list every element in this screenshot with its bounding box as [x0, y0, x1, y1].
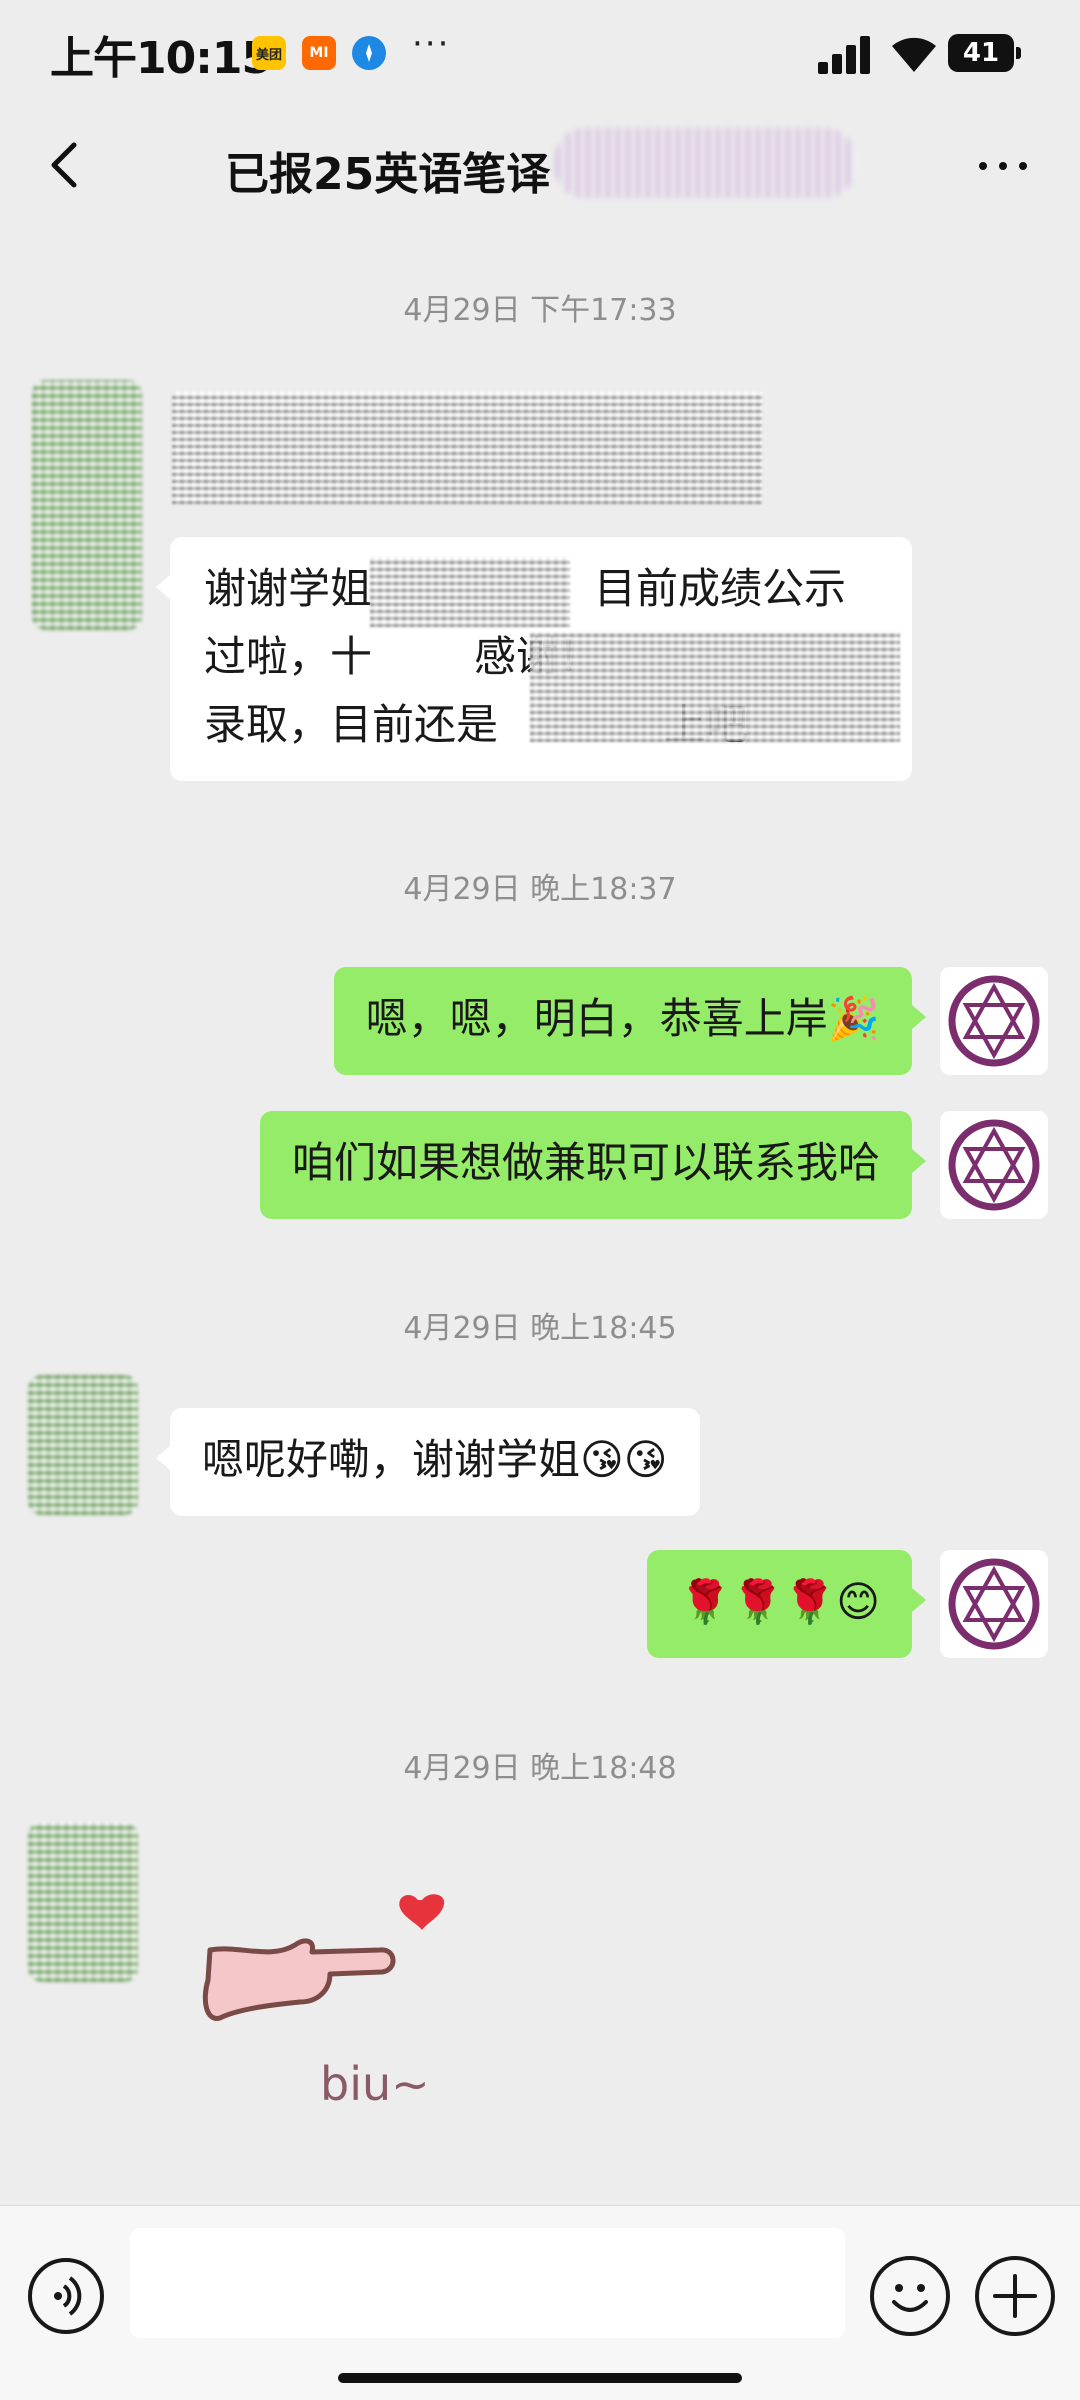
message-text: 嗯呢好嘞，谢谢学姐😘😘	[202, 1435, 668, 1484]
title-redaction	[555, 128, 855, 198]
redaction	[370, 557, 570, 627]
contact-avatar[interactable]	[28, 1375, 138, 1515]
more-functions-button[interactable]	[975, 2256, 1055, 2336]
message-text: 🌹🌹🌹😊	[679, 1577, 880, 1626]
status-bar: 上午10:15 美团 MI ··· 41	[0, 0, 1080, 110]
message-bubble-outgoing[interactable]: 咱们如果想做兼职可以联系我哈	[259, 1111, 927, 1219]
message-text: 嗯，嗯，明白，恭喜上岸🎉	[365, 994, 880, 1043]
timestamp: 4月29日 晚上18:48	[403, 1751, 677, 1786]
timestamp: 4月29日 晚上18:37	[403, 872, 677, 907]
timestamp: 4月29日 晚上18:45	[403, 1311, 677, 1346]
voice-icon	[54, 2276, 82, 2316]
status-time: 上午10:15	[50, 33, 272, 84]
wifi-icon	[888, 30, 940, 74]
finger-heart-sticker-icon: biu~	[202, 1894, 445, 2111]
chat-header: 已报25英语笔译	[0, 110, 1080, 220]
contact-avatar[interactable]	[28, 1822, 138, 1982]
timestamp: 4月29日 下午17:33	[403, 293, 677, 328]
input-bar	[0, 2205, 1080, 2400]
meituan-icon: 美团	[252, 36, 286, 70]
redacted-message	[172, 392, 762, 504]
more-icon[interactable]	[975, 150, 1035, 180]
plus-icon	[993, 2274, 1037, 2318]
my-avatar[interactable]	[940, 1111, 1048, 1219]
message-bubble-incoming[interactable]: 嗯呢好嘞，谢谢学姐😘😘	[156, 1408, 700, 1516]
voice-input-button[interactable]	[28, 2258, 104, 2334]
notification-more-icon: ···	[412, 24, 451, 64]
sticker-text: biu~	[320, 2057, 430, 2111]
message-bubble-outgoing[interactable]: 嗯，嗯，明白，恭喜上岸🎉	[333, 967, 927, 1075]
emoji-icon	[892, 2284, 928, 2312]
chat-screen: 上午10:15 美团 MI ··· 41 已报25英语笔译 4月29日 下午17…	[0, 0, 1080, 2400]
browser-icon	[352, 36, 386, 70]
redaction	[530, 632, 900, 742]
message-bubble-outgoing[interactable]: 🌹🌹🌹😊	[647, 1550, 926, 1658]
chat-title: 已报25英语笔译	[225, 149, 551, 200]
signal-icon	[818, 36, 874, 74]
university-logo-icon	[948, 975, 1040, 1067]
emoji-button[interactable]	[870, 2256, 950, 2336]
university-logo-icon	[948, 1558, 1040, 1650]
my-avatar[interactable]	[940, 967, 1048, 1075]
battery-icon: 41	[948, 34, 1021, 72]
mi-icon: MI	[302, 36, 336, 70]
message-input[interactable]	[130, 2228, 845, 2338]
message-bubble-incoming[interactable]: 谢谢学姐 目前成绩公示 过啦，十 感谢！ 录取，目前还是 上吧	[156, 537, 912, 781]
message-text: 咱们如果想做兼职可以联系我哈	[291, 1138, 880, 1187]
back-icon[interactable]	[40, 135, 100, 195]
home-indicator[interactable]	[338, 2373, 742, 2383]
university-logo-icon	[948, 1119, 1040, 1211]
sticker-message[interactable]: biu~	[200, 1890, 480, 2130]
contact-avatar[interactable]	[32, 380, 142, 630]
my-avatar[interactable]	[940, 1550, 1048, 1658]
